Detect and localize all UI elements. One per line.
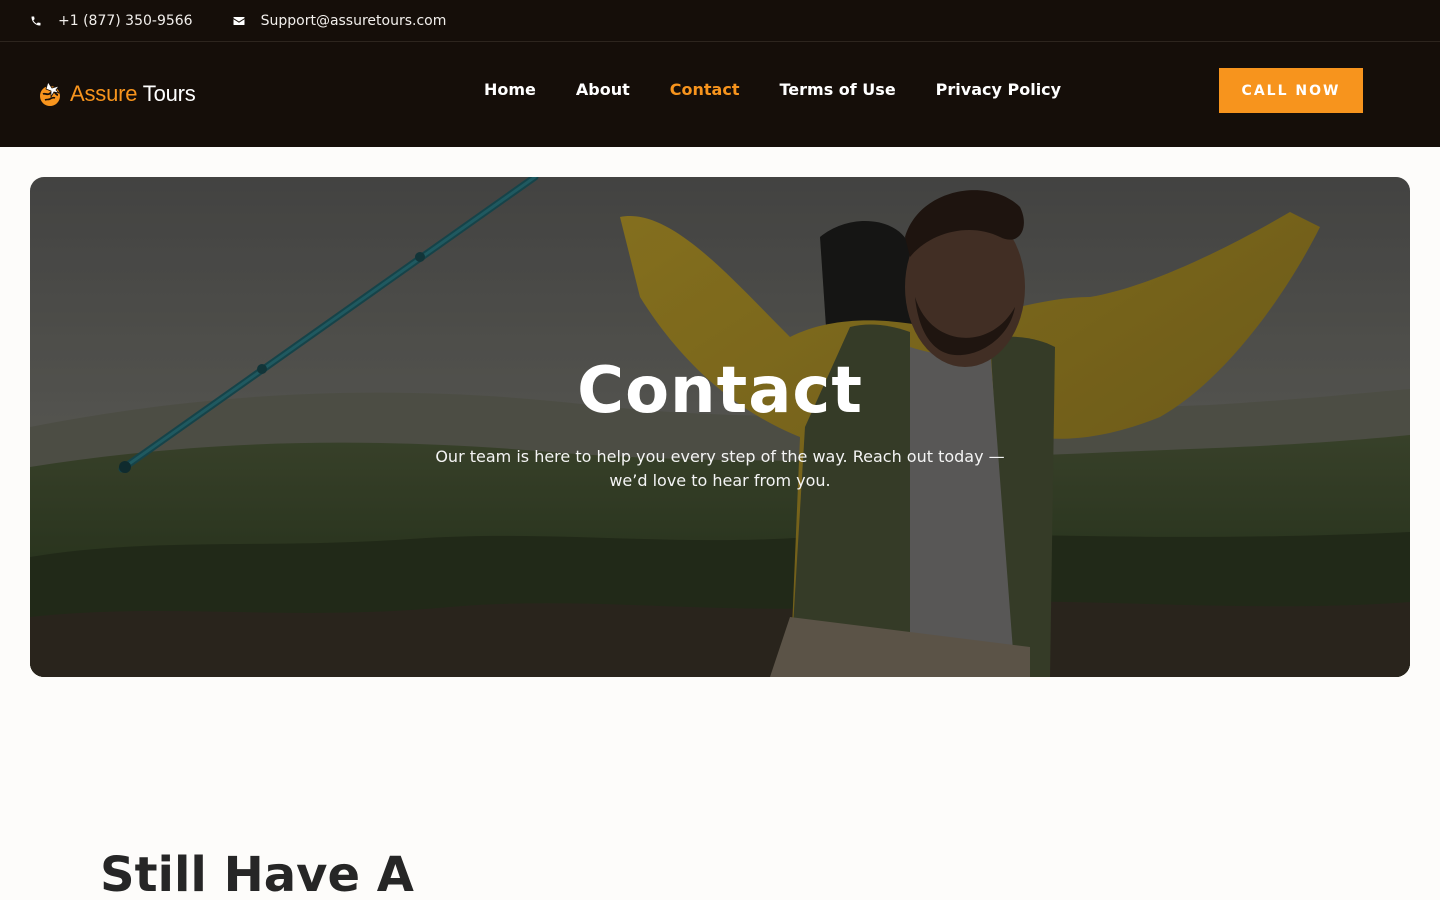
hero-subtitle: Our team is here to help you every step … [435, 447, 1005, 490]
site-header: Assure Tours Home About Contact Terms of… [0, 42, 1440, 147]
logo-icon [40, 81, 61, 106]
phone-number: +1 (877) 350-9566 [58, 12, 193, 29]
logo-brand-primary: Assure [70, 81, 138, 106]
main-nav: Home About Contact Terms of Use Privacy … [484, 80, 1061, 100]
nav-item-contact[interactable]: Contact [670, 80, 740, 100]
nav-item-about[interactable]: About [576, 80, 630, 100]
hero-content: Contact Our team is here to help you eve… [30, 177, 1410, 677]
logo-brand-secondary: Tours [142, 81, 196, 106]
section-heading: Still Have A [100, 847, 414, 900]
phone-icon [31, 16, 41, 25]
top-contact-bar: +1 (877) 350-9566 Support@assuretours.co… [0, 0, 1440, 42]
logo-text: Assure Tours [70, 81, 196, 107]
email-address: Support@assuretours.com [260, 12, 447, 29]
nav-item-terms-of-use[interactable]: Terms of Use [779, 80, 895, 100]
call-now-button[interactable]: CALL NOW [1219, 68, 1363, 113]
nav-item-privacy-policy[interactable]: Privacy Policy [936, 80, 1061, 100]
site-logo[interactable]: Assure Tours [36, 79, 196, 109]
email-contact[interactable]: Support@assuretours.com [233, 12, 447, 29]
hero-title: Contact [577, 354, 863, 428]
nav-item-home[interactable]: Home [484, 80, 536, 100]
phone-contact[interactable]: +1 (877) 350-9566 [30, 13, 193, 29]
hero-banner: Contact Our team is here to help you eve… [30, 177, 1410, 677]
mail-icon [233, 16, 245, 25]
